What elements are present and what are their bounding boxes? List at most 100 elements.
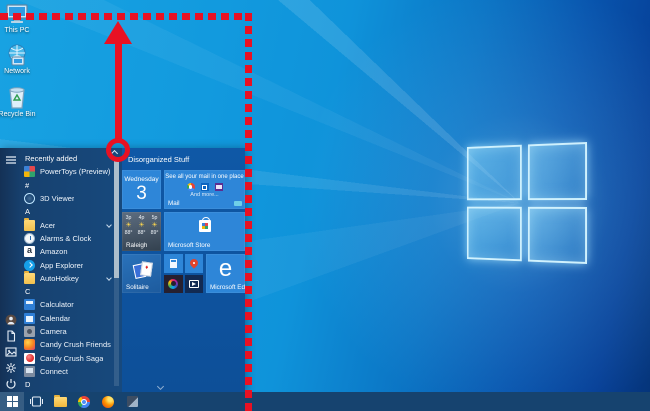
start-rail-bottom bbox=[0, 314, 22, 390]
outlook-icon bbox=[215, 183, 223, 191]
desktop-icon-this-pc[interactable]: This PC bbox=[0, 2, 37, 34]
map-pin-icon bbox=[188, 258, 199, 269]
expand-menu-button[interactable] bbox=[0, 152, 22, 168]
app-list-item-calculator[interactable]: Calculator bbox=[24, 298, 113, 311]
calendar-tile-day: Wednesday bbox=[122, 176, 161, 183]
windows-logo-pane bbox=[467, 145, 521, 200]
app-list-header-d[interactable]: D bbox=[24, 378, 113, 391]
connect-icon bbox=[24, 366, 35, 377]
exchange-icon bbox=[201, 183, 209, 191]
file-explorer-button[interactable] bbox=[48, 392, 72, 411]
tile-solitaire[interactable]: Solitaire bbox=[122, 254, 161, 293]
chevron-down-icon bbox=[106, 222, 112, 228]
tile-mail[interactable]: See all your mail in one place And more.… bbox=[164, 170, 245, 209]
firefox-icon bbox=[102, 396, 114, 408]
mail-tile-service-icons bbox=[164, 183, 245, 191]
documents-icon bbox=[5, 330, 17, 342]
edge-tile-label: Microsoft Edge bbox=[210, 284, 245, 291]
app-list-item-app-explorer[interactable]: App Explorer bbox=[24, 258, 113, 271]
notes-app-button[interactable] bbox=[120, 392, 144, 411]
small-tiles-group bbox=[164, 254, 203, 293]
power-button[interactable] bbox=[5, 378, 17, 390]
firefox-button[interactable] bbox=[96, 392, 120, 411]
start-button[interactable] bbox=[0, 392, 24, 411]
app-list-item-candy-crush-saga[interactable]: Candy Crush Saga bbox=[24, 351, 113, 364]
app-list-item-calendar[interactable]: Calendar bbox=[24, 312, 113, 325]
tile-groove-music-small[interactable] bbox=[164, 275, 183, 294]
app-list-item-camera[interactable]: Camera bbox=[24, 325, 113, 338]
calendar-icon bbox=[24, 313, 35, 324]
edge-logo: e bbox=[206, 254, 245, 284]
tiles-scroll-chevron-icon[interactable] bbox=[157, 383, 164, 390]
tile-calendar[interactable]: Wednesday 3 bbox=[122, 170, 161, 209]
settings-button[interactable] bbox=[5, 362, 17, 374]
app-list-scrollbar[interactable] bbox=[114, 158, 119, 386]
desktop-icon-recycle-bin[interactable]: Recycle Bin bbox=[0, 84, 37, 118]
task-view-icon bbox=[30, 396, 43, 407]
file-explorer-icon bbox=[54, 397, 67, 407]
sun-icon: ☀ bbox=[148, 222, 161, 230]
app-list-header-hash[interactable]: # bbox=[24, 179, 113, 192]
calculator-icon bbox=[24, 299, 35, 310]
pictures-button[interactable] bbox=[5, 346, 17, 358]
chevron-down-icon bbox=[106, 275, 112, 281]
desktop-icon-network[interactable]: Network bbox=[0, 43, 37, 75]
user-icon bbox=[5, 314, 17, 326]
tile-microsoft-store[interactable]: Microsoft Store bbox=[164, 212, 245, 251]
app-list-item-alarms-clock[interactable]: Alarms & Clock bbox=[24, 232, 113, 245]
settings-icon bbox=[5, 362, 17, 374]
power-icon bbox=[5, 378, 17, 390]
app-list-item-3d-viewer[interactable]: 3D Viewer bbox=[24, 192, 113, 205]
calculator-icon bbox=[170, 259, 177, 268]
windows-logo-pane bbox=[528, 206, 587, 264]
candy-crush-friends-icon bbox=[24, 339, 35, 350]
candy-crush-saga-icon bbox=[24, 353, 35, 364]
start-menu: Recently added PowerToys (Preview) # 3D … bbox=[0, 148, 245, 392]
desktop-icon-label: Network bbox=[4, 68, 30, 75]
app-list-item-powertoys[interactable]: PowerToys (Preview) bbox=[24, 165, 113, 178]
user-account-button[interactable] bbox=[5, 314, 17, 326]
app-list-item-autohotkey[interactable]: AutoHotkey bbox=[24, 272, 113, 285]
tile-movies-tv-small[interactable] bbox=[185, 275, 204, 294]
solitaire-tile-label: Solitaire bbox=[126, 284, 149, 291]
windows-desktop: This PC Network Recycle Bin bbox=[0, 0, 650, 411]
weather-forecast: 3p 4p 5p ☀ ☀ ☀ 88° 88° 89° bbox=[122, 215, 161, 237]
tile-group-title[interactable]: Disorganized Stuff bbox=[128, 155, 189, 164]
app-list-item-candy-crush-friends[interactable]: Candy Crush Friends bbox=[24, 338, 113, 351]
weather-tile-label: Raleigh bbox=[126, 242, 147, 249]
powertoys-icon bbox=[24, 166, 35, 177]
tile-calculator-small[interactable] bbox=[164, 254, 183, 273]
tile-weather[interactable]: 3p 4p 5p ☀ ☀ ☀ 88° 88° 89° Raleigh bbox=[122, 212, 161, 251]
app-explorer-icon bbox=[24, 260, 35, 271]
3d-viewer-icon bbox=[24, 193, 35, 204]
windows-logo-pane bbox=[528, 142, 587, 200]
task-view-button[interactable] bbox=[24, 392, 48, 411]
app-list-item-amazon[interactable]: Amazon bbox=[24, 245, 113, 258]
app-list-scrollbar-thumb[interactable] bbox=[114, 160, 119, 278]
movies-tv-icon bbox=[189, 280, 199, 288]
desktop-icons: This PC Network Recycle Bin bbox=[0, 2, 34, 118]
notes-icon bbox=[127, 396, 138, 407]
this-pc-icon bbox=[4, 2, 30, 26]
chrome-button[interactable] bbox=[72, 392, 96, 411]
folder-icon bbox=[24, 273, 35, 284]
mail-tile-headline: See all your mail in one place bbox=[164, 174, 245, 180]
app-list-header-c[interactable]: C bbox=[24, 285, 113, 298]
tile-maps-small[interactable] bbox=[185, 254, 204, 273]
store-bag-icon bbox=[199, 220, 211, 232]
tile-microsoft-edge[interactable]: e Microsoft Edge bbox=[206, 254, 245, 293]
camera-icon bbox=[24, 326, 35, 337]
desktop-icon-label: This PC bbox=[5, 27, 30, 34]
app-list-item-connect[interactable]: Connect bbox=[24, 365, 113, 378]
chrome-icon bbox=[78, 396, 90, 408]
groove-music-icon bbox=[168, 279, 178, 289]
mail-tile-more-text: And more... bbox=[164, 192, 245, 198]
pictures-icon bbox=[5, 346, 17, 358]
windows-logo-wallpaper bbox=[467, 142, 587, 264]
recycle-bin-icon bbox=[5, 84, 29, 110]
start-rail bbox=[0, 148, 22, 392]
gmail-icon bbox=[187, 183, 195, 191]
app-list-item-acer[interactable]: Acer bbox=[24, 218, 113, 231]
app-list-header-a[interactable]: A bbox=[24, 205, 113, 218]
documents-button[interactable] bbox=[5, 330, 17, 342]
